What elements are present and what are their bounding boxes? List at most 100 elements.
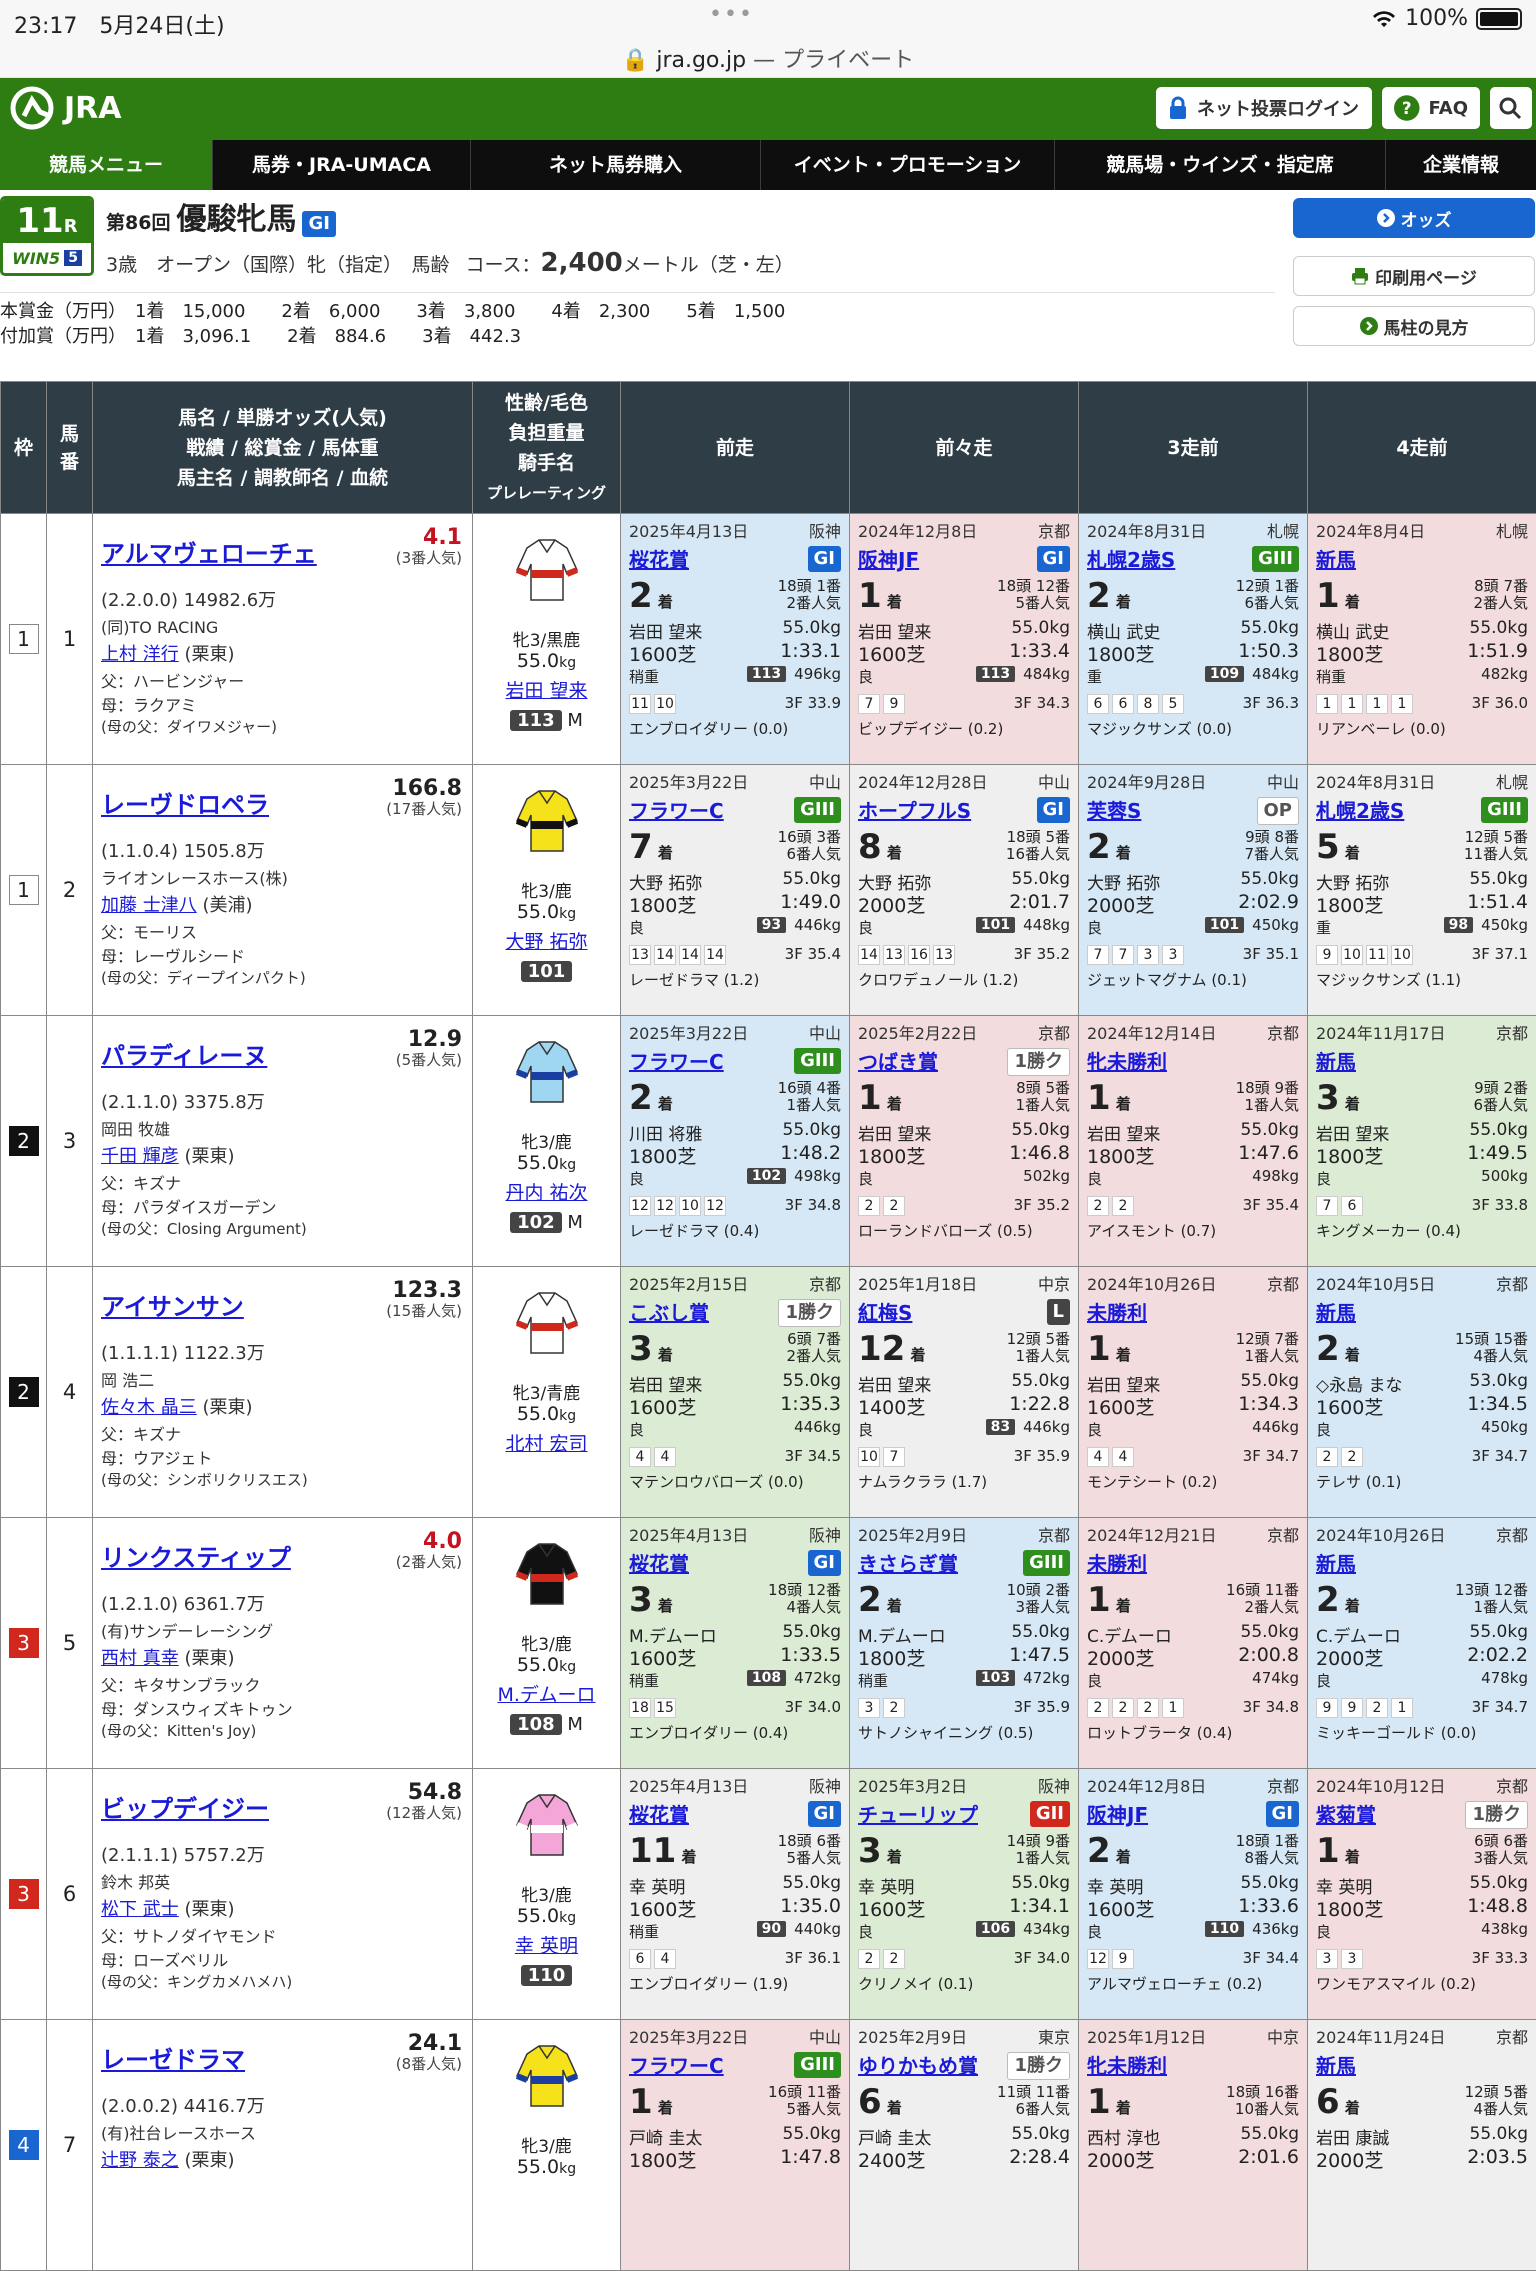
past-course: 1600芝 <box>629 640 696 667</box>
faq-button[interactable]: ? FAQ <box>1382 87 1480 129</box>
nav-racecourse[interactable]: 競馬場・ウインズ・指定席 <box>1055 140 1386 190</box>
finish-place: 3 着 <box>1316 1078 1360 1118</box>
address-bar[interactable]: 🔒 jra.go.jp — プライベート <box>0 38 1536 78</box>
entries-table: 枠 馬 番 馬名 / 単勝オッズ(人気) 戦績 / 総賞金 / 馬体重 馬主名 … <box>0 381 1536 2271</box>
past-race-name-link[interactable]: 札幌2歳S <box>1087 544 1175 573</box>
past-race-name-link[interactable]: 紅梅S <box>858 1297 912 1326</box>
corner-position: 3 <box>858 1698 880 1718</box>
jockey-link[interactable]: 幸 英明 <box>515 1935 578 1957</box>
past-race-name-link[interactable]: 紫菊賞 <box>1316 1799 1376 1828</box>
rating-badge: 113 <box>510 710 562 731</box>
jockey-link[interactable]: 岩田 望来 <box>505 680 587 702</box>
net-login-button[interactable]: ネット投票ログイン <box>1156 87 1372 129</box>
past-race-name-link[interactable]: 桜花賞 <box>629 1548 689 1577</box>
past-race-name-link[interactable]: 新馬 <box>1316 2050 1356 2079</box>
trainer-link[interactable]: 西村 真幸 <box>101 1648 179 1669</box>
past-race-name-link[interactable]: ゆりかもめ賞 <box>858 2050 978 2079</box>
corner-position: 6 <box>1087 694 1109 714</box>
horse-name-link[interactable]: ビップデイジー <box>101 1789 269 1824</box>
trainer-link[interactable]: 佐々木 晶三 <box>101 1397 197 1418</box>
past-race-name-link[interactable]: 桜花賞 <box>629 544 689 573</box>
past-time: 1:48.2 <box>780 1142 841 1164</box>
rating-weight: 478kg <box>1481 1669 1528 1687</box>
nav-event[interactable]: イベント・プロモーション <box>761 140 1055 190</box>
odds-button[interactable]: オッズ <box>1293 198 1535 238</box>
race-title: 第86回 優駿牝馬 GI <box>106 194 336 238</box>
finish-place: 2 着 <box>1087 827 1131 867</box>
guide-button[interactable]: 馬柱の見方 <box>1293 306 1535 346</box>
past-race-name-link[interactable]: 新馬 <box>1316 1548 1356 1577</box>
horse-owner: (有)社台レースホース <box>101 2120 256 2144</box>
past-race-name-link[interactable]: 新馬 <box>1316 1297 1356 1326</box>
past-race-name-link[interactable]: フラワーC <box>629 2050 724 2079</box>
horse-name-link[interactable]: アイサンサン <box>101 1287 244 1322</box>
tab-dots[interactable]: ••• <box>709 2 754 27</box>
nav-company[interactable]: 企業情報 <box>1386 140 1536 190</box>
past-race-name-link[interactable]: 未勝利 <box>1087 1297 1147 1326</box>
past-popularity: 2番人気 <box>786 1347 841 1365</box>
nav-baken[interactable]: 馬券・JRA-UMACA <box>213 140 471 190</box>
winner: マジックサンズ (0.0) <box>1087 718 1232 739</box>
nav-keiba-menu[interactable]: 競馬メニュー <box>0 140 213 190</box>
past-race-name-link[interactable]: 未勝利 <box>1087 1548 1147 1577</box>
jockey-link[interactable]: 大野 拓弥 <box>505 931 587 953</box>
horse-cell: リンクスティップ4.0(2番人気)(1.2.1.0) 6361.7万(有)サンデ… <box>93 1518 473 1769</box>
corner-positions: 44 <box>1087 1447 1134 1467</box>
horse-name-link[interactable]: パラディレーヌ <box>101 1036 267 1071</box>
carried-weight: 55.0kg <box>473 1654 620 1676</box>
past-race-name-link[interactable]: つばき賞 <box>858 1046 938 1075</box>
past-race-name-link[interactable]: チューリップ <box>858 1799 978 1828</box>
horse-name-link[interactable]: レーヴドロペラ <box>101 785 269 820</box>
carried-weight: 55.0kg <box>473 1403 620 1425</box>
past-race-name-link[interactable]: 阪神JF <box>1087 1799 1148 1828</box>
help-icon: ? <box>1394 95 1420 121</box>
past-race-name-link[interactable]: フラワーC <box>629 1046 724 1075</box>
past-race-venue: 中山 <box>809 769 841 793</box>
jockey-link[interactable]: 北村 宏司 <box>505 1433 587 1455</box>
past-course: 1600芝 <box>629 1393 696 1420</box>
body-weight: 474kg <box>1252 1669 1299 1687</box>
search-button[interactable] <box>1490 87 1532 129</box>
rating-weight: 446kg <box>794 1418 841 1436</box>
jra-logo[interactable]: JRA <box>10 86 121 130</box>
past-race-name-link[interactable]: 新馬 <box>1316 544 1356 573</box>
jockey-link[interactable]: 丹内 祐次 <box>505 1182 587 1204</box>
trainer-link[interactable]: 松下 武士 <box>101 1899 179 1920</box>
corner-position: 4 <box>629 1447 651 1467</box>
nav-net-baken[interactable]: ネット馬券購入 <box>471 140 761 190</box>
trainer-link[interactable]: 加藤 士津八 <box>101 895 197 916</box>
jockey-link[interactable]: M.デムーロ <box>497 1684 595 1706</box>
rating-mark: M <box>567 710 583 731</box>
trainer-link[interactable]: 千田 輝彦 <box>101 1146 179 1167</box>
past-race-name-link[interactable]: 札幌2歳S <box>1316 795 1404 824</box>
trainer-link[interactable]: 辻野 泰之 <box>101 2150 179 2171</box>
past-race-name-link[interactable]: こぶし賞 <box>629 1297 709 1326</box>
past-race-name-link[interactable]: 芙蓉S <box>1087 795 1141 824</box>
horse-name-link[interactable]: レーゼドラマ <box>101 2040 245 2075</box>
track-condition: 良 <box>1087 1168 1102 1189</box>
past-race-name-link[interactable]: 桜花賞 <box>629 1799 689 1828</box>
past-race-name-link[interactable]: 阪神JF <box>858 544 919 573</box>
horse-name-link[interactable]: リンクスティップ <box>101 1538 291 1573</box>
table-row: 12レーヴドロペラ166.8(17番人気)(1.1.0.4) 1505.8万ライ… <box>1 765 1536 1016</box>
past-race-name-link[interactable]: ホープフルS <box>858 795 971 824</box>
past-race-name-link[interactable]: きさらぎ賞 <box>858 1548 958 1577</box>
past-race-name-link[interactable]: 牝未勝利 <box>1087 1046 1167 1075</box>
past-weight: 55.0kg <box>1012 1120 1071 1140</box>
horse-name-link[interactable]: アルマヴェローチェ <box>101 534 317 569</box>
field-info: 9頭 8番7番人気 <box>1244 829 1299 863</box>
past-race-name-link[interactable]: フラワーC <box>629 795 724 824</box>
waku-badge: 1 <box>9 624 39 654</box>
body-weight: 500kg <box>1481 1167 1528 1185</box>
past-race-name-link[interactable]: 牝未勝利 <box>1087 2050 1167 2079</box>
trainer-link[interactable]: 上村 洋行 <box>101 644 179 665</box>
print-button[interactable]: 印刷用ページ <box>1293 256 1535 296</box>
past-race-date: 2024年11月24日 <box>1316 2024 1445 2048</box>
track-condition: 稍重 <box>1316 666 1346 687</box>
sex-age-color: 牝3/鹿 <box>473 2132 620 2157</box>
past-race-name-link[interactable]: 新馬 <box>1316 1046 1356 1075</box>
corner-position: 8 <box>1137 694 1159 714</box>
last-3f: 3F 35.2 <box>1014 945 1070 963</box>
body-weight: 478kg <box>1481 1669 1528 1687</box>
last-3f: 3F 35.4 <box>785 945 841 963</box>
